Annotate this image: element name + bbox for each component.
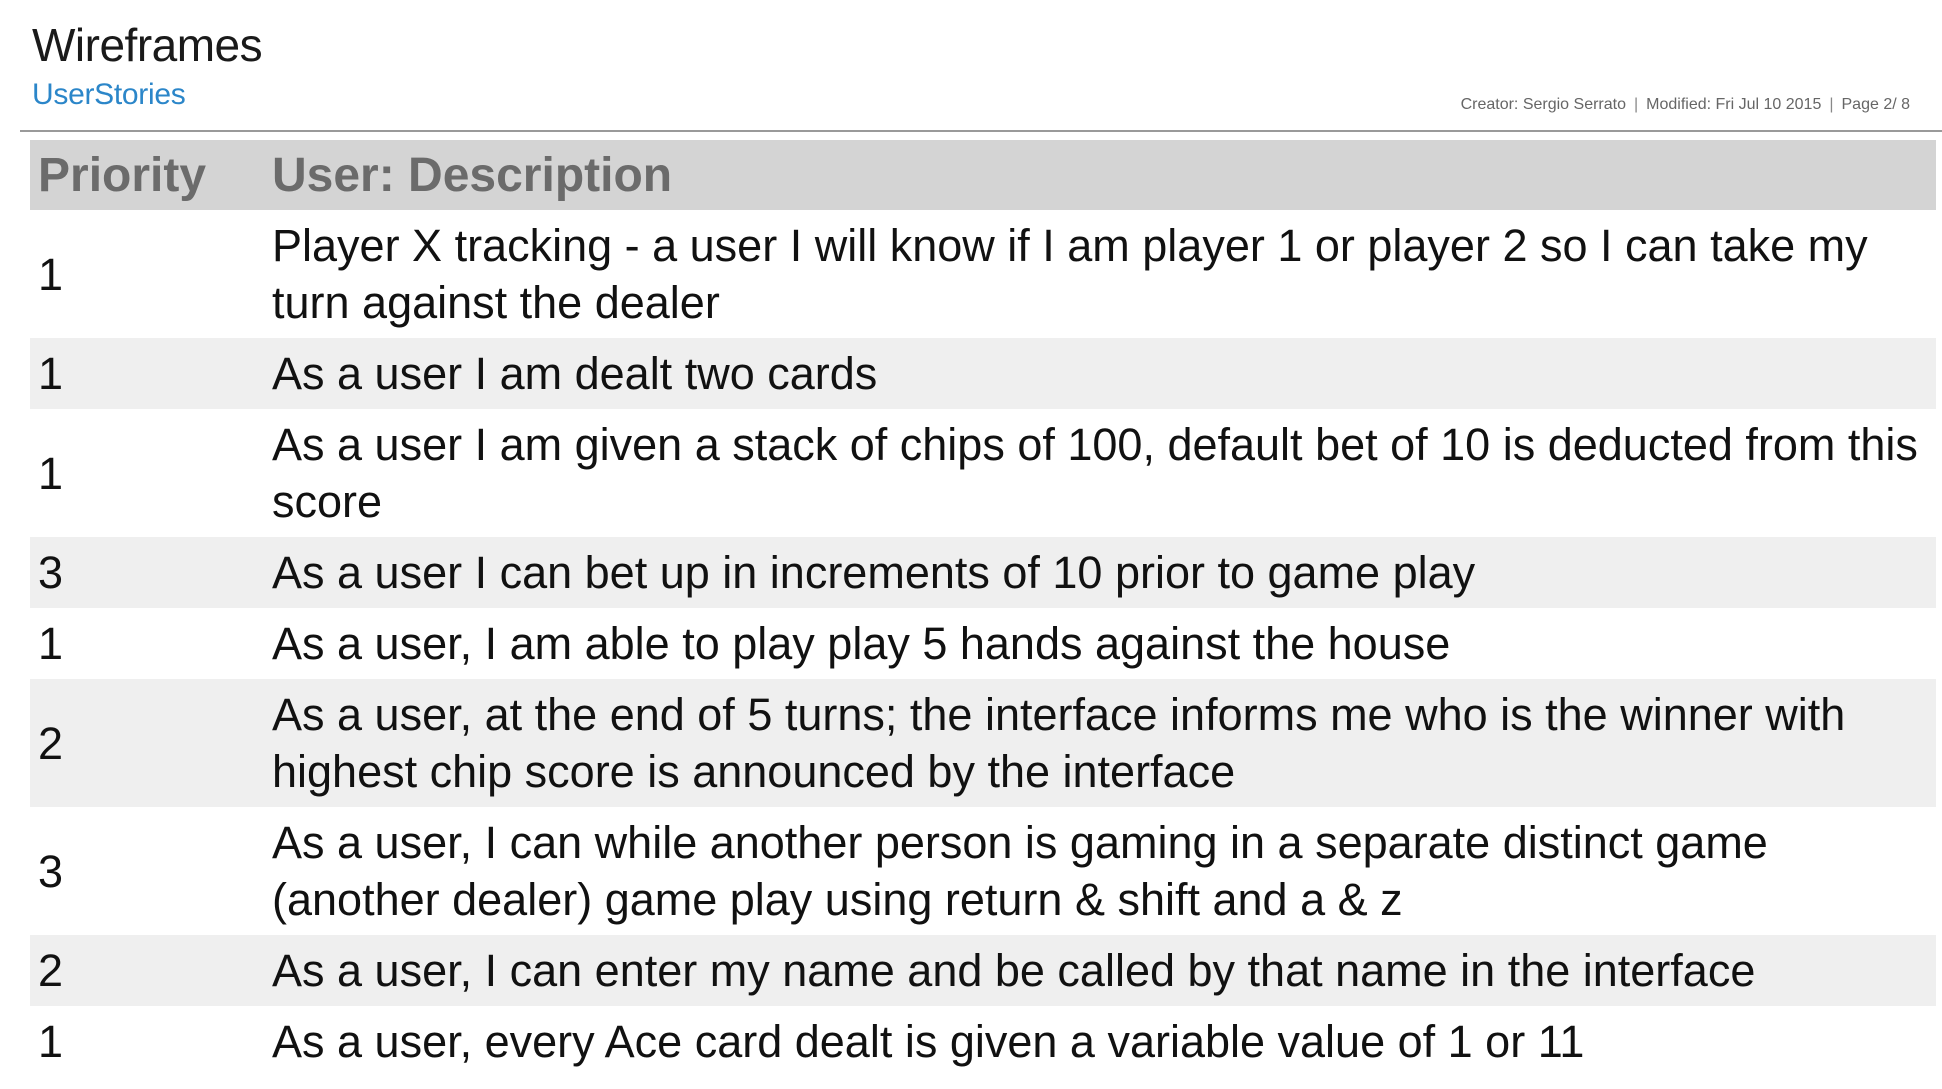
table-row: 1 As a user, every Ace card dealt is giv… bbox=[30, 1006, 1936, 1077]
column-header-priority: Priority bbox=[30, 140, 272, 210]
priority-cell: 1 bbox=[30, 210, 272, 338]
priority-cell: 1 bbox=[30, 608, 272, 679]
table-row: 2 As a user, at the end of 5 turns; the … bbox=[30, 679, 1936, 807]
priority-cell: 1 bbox=[30, 338, 272, 409]
column-header-description: User: Description bbox=[272, 140, 1936, 210]
table-row: 1 As a user I am dealt two cards bbox=[30, 338, 1936, 409]
user-stories-table: Priority User: Description 1 Player X tr… bbox=[30, 140, 1936, 1077]
priority-cell: 2 bbox=[30, 679, 272, 807]
description-cell: As a user, every Ace card dealt is given… bbox=[272, 1006, 1936, 1077]
description-cell: As a user, I can while another person is… bbox=[272, 807, 1936, 935]
table-row: 3 As a user I can bet up in increments o… bbox=[30, 537, 1936, 608]
page-subtitle: UserStories bbox=[32, 78, 186, 111]
table-row: 3 As a user, I can while another person … bbox=[30, 807, 1936, 935]
header-divider bbox=[20, 130, 1942, 132]
table-row: 2 As a user, I can enter my name and be … bbox=[30, 935, 1936, 1006]
priority-cell: 1 bbox=[30, 409, 272, 537]
page-title: Wireframes bbox=[32, 19, 263, 71]
page-meta: Creator: Sergio Serrato | Modified: Fri Ju… bbox=[1461, 96, 1910, 114]
creator-text: Creator: Sergio Serrato bbox=[1460, 96, 1626, 113]
meta-separator: | bbox=[1829, 96, 1834, 113]
table-row: 1 As a user, I am able to play play 5 ha… bbox=[30, 608, 1936, 679]
priority-cell: 1 bbox=[30, 1006, 272, 1077]
description-cell: As a user, I can enter my name and be ca… bbox=[272, 935, 1936, 1006]
priority-cell: 3 bbox=[30, 807, 272, 935]
priority-cell: 3 bbox=[30, 537, 272, 608]
meta-separator: | bbox=[1633, 96, 1639, 113]
page-header: Wireframes UserStories Creator: Sergio S… bbox=[0, 0, 1942, 132]
description-cell: As a user I can bet up in increments of … bbox=[272, 537, 1936, 608]
table-row: 1 As a user I am given a stack of chips … bbox=[30, 409, 1936, 537]
table-header-row: Priority User: Description bbox=[30, 140, 1936, 210]
priority-cell: 2 bbox=[30, 935, 272, 1006]
modified-text: Modified: Fri Jul 10 2015 bbox=[1646, 96, 1822, 113]
page-number: Page 2/ 8 bbox=[1841, 96, 1911, 113]
description-cell: As a user, at the end of 5 turns; the in… bbox=[272, 679, 1936, 807]
description-cell: As a user I am given a stack of chips of… bbox=[272, 409, 1936, 537]
description-cell: As a user I am dealt two cards bbox=[272, 338, 1936, 409]
table-row: 1 Player X tracking - a user I will know… bbox=[30, 210, 1936, 338]
description-cell: Player X tracking - a user I will know i… bbox=[272, 210, 1936, 338]
description-cell: As a user, I am able to play play 5 hand… bbox=[272, 608, 1936, 679]
